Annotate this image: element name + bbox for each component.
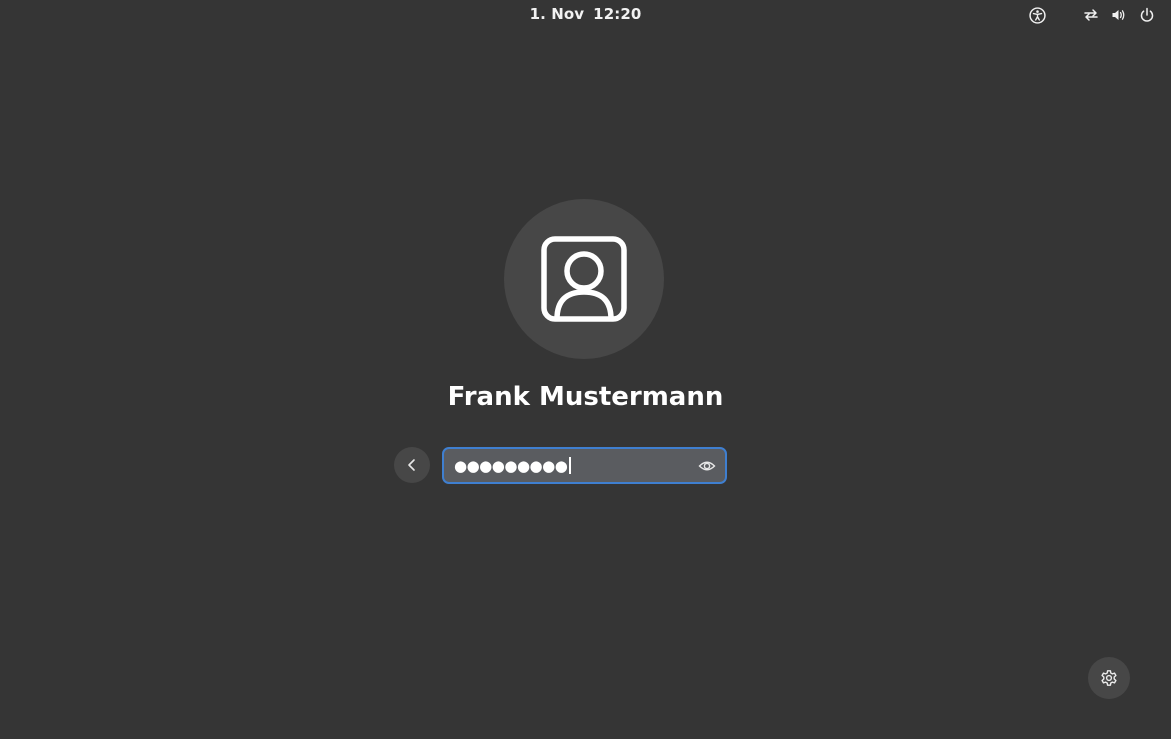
user-avatar [504,199,664,359]
user-avatar-icon [541,236,627,322]
clock[interactable]: 1. Nov 12:20 [0,5,1171,23]
settings-button[interactable] [1088,657,1130,699]
text-caret [569,457,572,474]
network-icon[interactable] [1081,5,1101,25]
back-button[interactable] [394,447,430,483]
eye-icon[interactable] [698,457,716,475]
password-field[interactable]: ●●●●●●●●● [442,447,727,484]
user-name: Frank Mustermann [447,382,724,412]
password-mask: ●●●●●●●●● [454,456,568,475]
clock-time: 12:20 [593,5,642,23]
top-bar: 1. Nov 12:20 [0,0,1171,30]
accessibility-icon[interactable] [1027,5,1047,25]
gear-icon [1101,670,1117,686]
chevron-left-icon [408,459,415,471]
clock-date: 1. Nov [529,5,585,23]
power-icon[interactable] [1137,5,1157,25]
volume-icon[interactable] [1109,5,1129,25]
